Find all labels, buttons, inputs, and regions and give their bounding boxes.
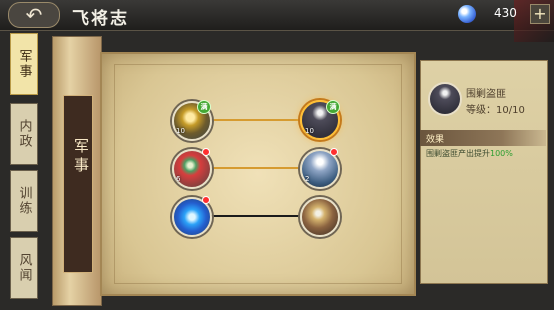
detail-level: 等级：10/10 [466,105,525,116]
scroll-label-panel: 军事 [63,95,93,273]
bandit-suppression-icon [428,82,462,116]
top-bar: ↶ 飞将志 430 + [0,0,554,42]
battle-scene-node[interactable] [300,197,340,237]
red-alert-badge [202,148,210,156]
skill-map [100,52,416,296]
tab-domestic[interactable]: 内政 [10,103,38,165]
connection-line [208,119,300,121]
tab-rumors[interactable]: 风闻 [10,237,38,299]
max-badge: 满 [197,100,211,114]
node-count: 10 [305,127,314,135]
node-count: 10 [176,127,185,135]
page-title: 飞将志 [72,9,129,29]
max-badge: 满 [326,100,340,114]
map-frame [114,64,402,284]
red-alert-badge [202,196,210,204]
node-count: 2 [305,175,310,183]
back-button[interactable]: ↶ [8,2,60,28]
tab-military[interactable]: 军事 [10,33,38,95]
connection-line [208,167,300,169]
effect-text: 围剿盗匪产出提升 [426,149,490,158]
gem-icon [458,5,476,23]
effect-description: 围剿盗匪产出提升100% [426,148,513,159]
back-icon: ↶ [25,3,43,27]
connection-line [208,215,300,217]
effect-value: 100% [490,149,513,158]
currency-value: 430 [494,6,517,20]
red-alert-badge [330,148,338,156]
tab-training[interactable]: 训练 [10,170,38,232]
effect-title: 效果 [426,135,445,145]
add-currency-button[interactable]: + [530,4,550,24]
category-scroll: 军事 [52,36,102,306]
node-count: 6 [176,175,181,183]
scroll-label: 军事 [72,138,90,176]
detail-name: 围剿盗匪 [466,89,506,100]
